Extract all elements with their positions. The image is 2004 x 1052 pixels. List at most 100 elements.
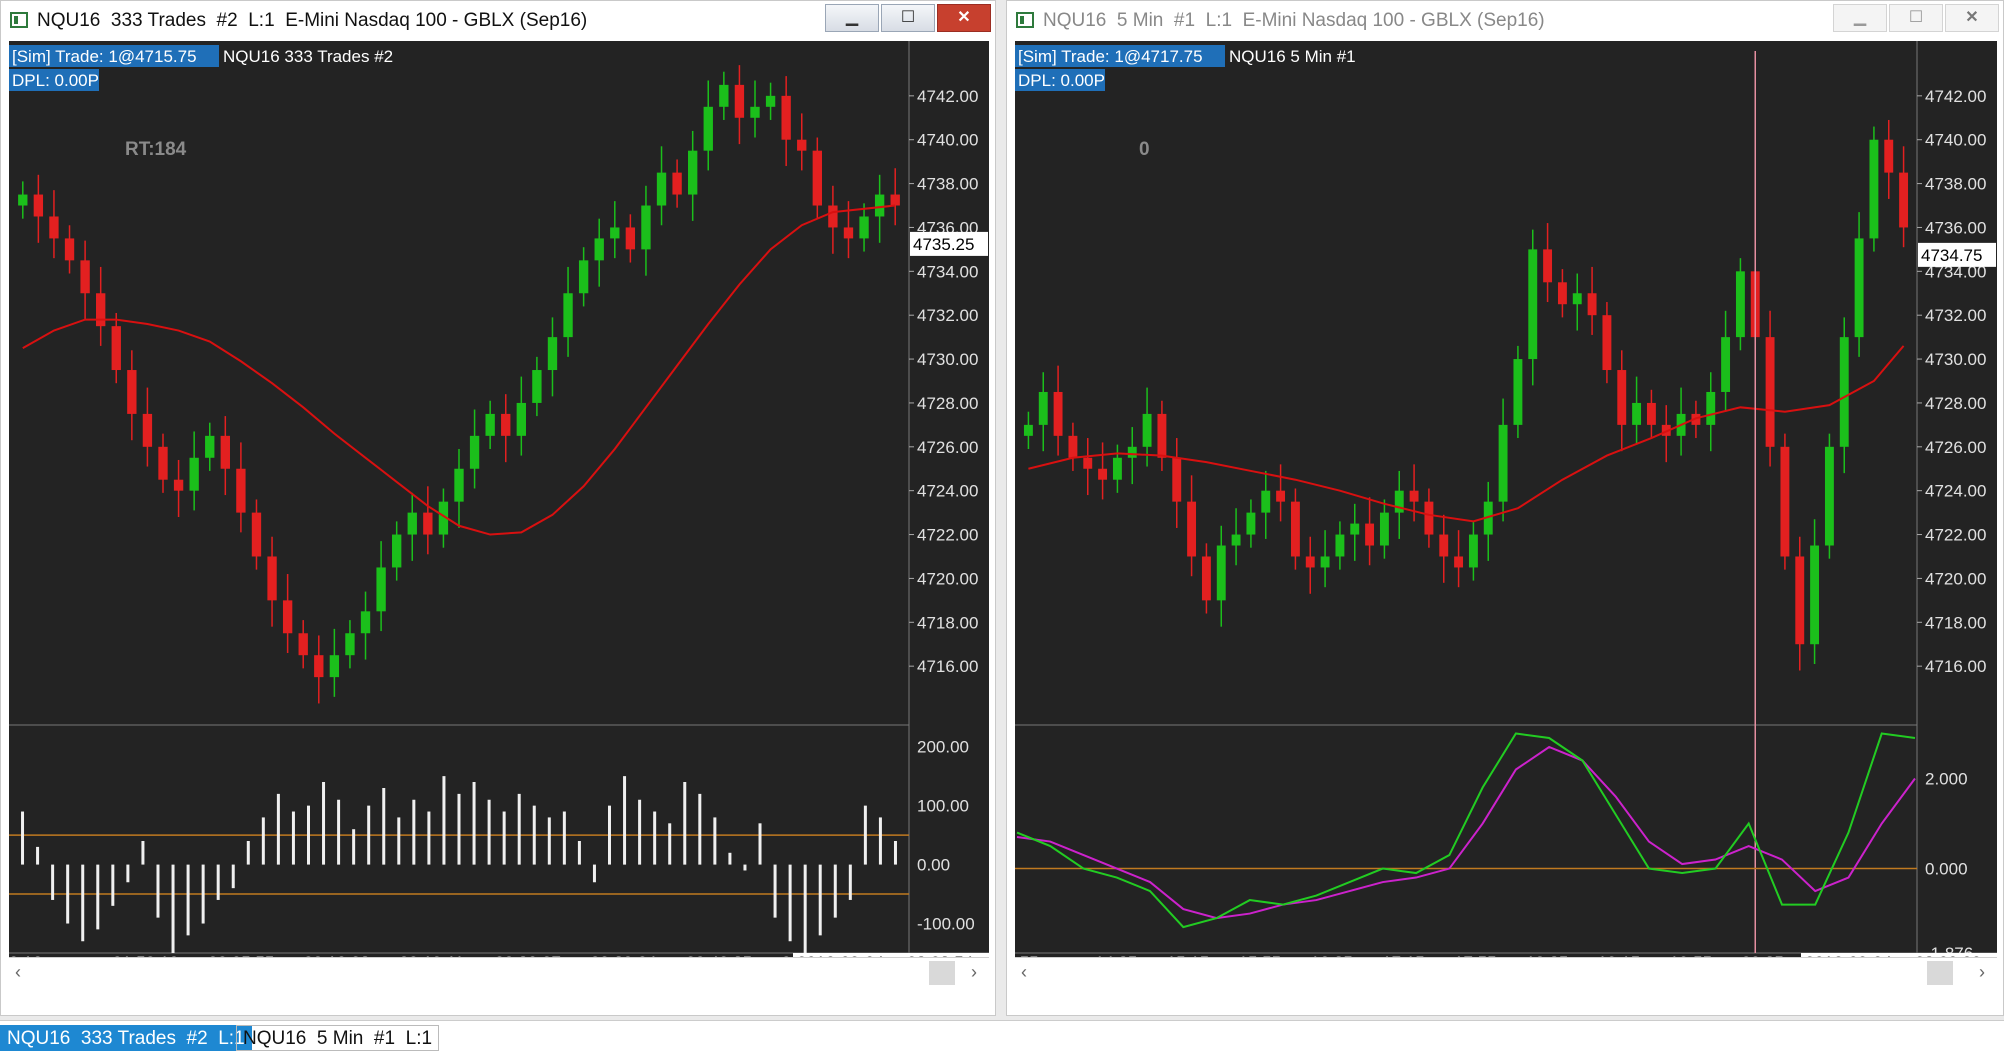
price-tick-label: 4726.00: [1925, 438, 1986, 457]
price-tick-label: 4736.00: [1925, 218, 1986, 237]
overlay-counter: 0: [1139, 139, 1150, 160]
candle-up: [1735, 271, 1745, 338]
indicator-tick-label: 100.00: [917, 797, 969, 816]
candle-down: [1276, 490, 1286, 502]
candle-down: [1290, 501, 1300, 557]
candle-up: [18, 194, 28, 206]
maximize-button[interactable]: ☐: [1889, 4, 1943, 32]
dpl-label: DPL: 0.00P: [1018, 71, 1105, 90]
tab-5-min[interactable]: NQU16 5 Min #1 L:1: [236, 1025, 440, 1051]
price-tick-label: 4716.00: [917, 657, 978, 676]
candle-up: [392, 534, 402, 568]
price-tick-label: 4722.00: [917, 526, 978, 545]
candle-down: [1602, 315, 1612, 371]
scroll-thumb[interactable]: [1927, 961, 1953, 985]
scroll-right-icon[interactable]: ›: [971, 962, 977, 983]
price-tick-label: 4728.00: [1925, 394, 1986, 413]
window-title: NQU16 5 Min #1 L:1 E-Mini Nasdaq 100 - G…: [1043, 10, 1545, 31]
candle-up: [1335, 534, 1345, 557]
candle-down: [1765, 337, 1775, 447]
price-tick-label: 4718.00: [917, 613, 978, 632]
candle-up: [1216, 545, 1226, 601]
candle-down: [423, 512, 433, 535]
candle-down: [1587, 293, 1597, 316]
last-price-label: 4734.75: [1921, 246, 1982, 265]
candle-down: [111, 326, 121, 371]
candle-up: [1231, 534, 1241, 546]
price-tick-label: 4716.00: [1925, 657, 1986, 676]
tab-333-trades[interactable]: NQU16 333 Trades #2 L:1: [0, 1025, 252, 1051]
candle-down: [267, 556, 277, 601]
indicator-tick-label: 200.00: [917, 738, 969, 757]
candle-down: [96, 293, 106, 327]
minimize-button[interactable]: ▁: [1833, 4, 1887, 32]
candle-up: [345, 633, 355, 656]
candle-up: [1023, 424, 1033, 436]
candle-up: [1350, 523, 1360, 535]
candle-down: [220, 435, 230, 469]
maximize-button[interactable]: ☐: [881, 4, 935, 32]
title-bar[interactable]: NQU16 5 Min #1 L:1 E-Mini Nasdaq 100 - G…: [1007, 1, 2003, 41]
close-button[interactable]: ✕: [1945, 4, 1999, 32]
candle-up: [750, 106, 760, 118]
candle-down: [812, 150, 822, 206]
sim-trade-label: [Sim] Trade: 1@4715.75: [12, 47, 197, 66]
candle-up: [189, 457, 199, 491]
candle-down: [1083, 457, 1093, 469]
candle-down: [1365, 523, 1375, 546]
chart-canvas[interactable]: 4742.004740.004738.004736.004734.004732.…: [1015, 41, 1997, 971]
candle-up: [1824, 446, 1834, 546]
candle-down: [1157, 413, 1167, 458]
candle-down: [173, 479, 184, 491]
candle-down: [1068, 435, 1078, 458]
candle-up: [1468, 534, 1478, 568]
chart-window-trades: NQU16 333 Trades #2 L:1 E-Mini Nasdaq 10…: [0, 0, 996, 1016]
scroll-right-icon[interactable]: ›: [1979, 962, 1985, 983]
candle-up: [1320, 556, 1330, 568]
scroll-left-icon[interactable]: ‹: [1021, 962, 1027, 983]
candle-down: [158, 446, 168, 480]
candle-down: [64, 238, 75, 261]
price-tick-label: 4728.00: [917, 394, 978, 413]
candle-up: [1394, 490, 1404, 513]
last-price-label: 4735.25: [913, 235, 974, 254]
candle-down: [781, 95, 791, 140]
candle-down: [33, 194, 44, 217]
scroll-thumb[interactable]: [929, 961, 955, 985]
chart-canvas[interactable]: 4742.004740.004738.004736.004734.004732.…: [9, 41, 989, 971]
candle-down: [1899, 172, 1909, 228]
price-tick-label: 4740.00: [917, 131, 978, 150]
price-tick-label: 4722.00: [1925, 526, 1986, 545]
candle-down: [1646, 402, 1656, 425]
indicator-tick-label: 0.00: [917, 856, 950, 875]
minimize-button[interactable]: ▁: [825, 4, 879, 32]
candle-down: [1795, 556, 1805, 645]
candle-down: [80, 260, 90, 294]
horizontal-scrollbar[interactable]: ‹ ›: [9, 957, 989, 987]
candle-up: [516, 402, 526, 436]
candle-down: [501, 413, 511, 436]
candle-down: [890, 194, 900, 206]
title-bar[interactable]: NQU16 333 Trades #2 L:1 E-Mini Nasdaq 10…: [1, 1, 995, 41]
candle-up: [1810, 545, 1820, 645]
candle-down: [1617, 370, 1627, 425]
chart-app-icon: [10, 12, 28, 28]
candle-down: [251, 512, 262, 557]
candle-up: [578, 260, 589, 294]
candle-down: [142, 413, 153, 447]
candle-down: [314, 655, 324, 678]
close-button[interactable]: ✕: [937, 4, 991, 32]
scroll-left-icon[interactable]: ‹: [15, 962, 21, 983]
price-tick-label: 4732.00: [917, 306, 978, 325]
candle-down: [843, 227, 854, 239]
candle-up: [1706, 391, 1716, 425]
price-tick-label: 4738.00: [917, 175, 978, 194]
candle-up: [594, 238, 604, 261]
candle-up: [874, 194, 885, 217]
candle-down: [1424, 501, 1434, 535]
candle-up: [765, 95, 776, 107]
candle-up: [1869, 139, 1879, 239]
candle-down: [1557, 282, 1567, 305]
horizontal-scrollbar[interactable]: ‹ ›: [1015, 957, 1997, 987]
candle-up: [859, 216, 869, 239]
